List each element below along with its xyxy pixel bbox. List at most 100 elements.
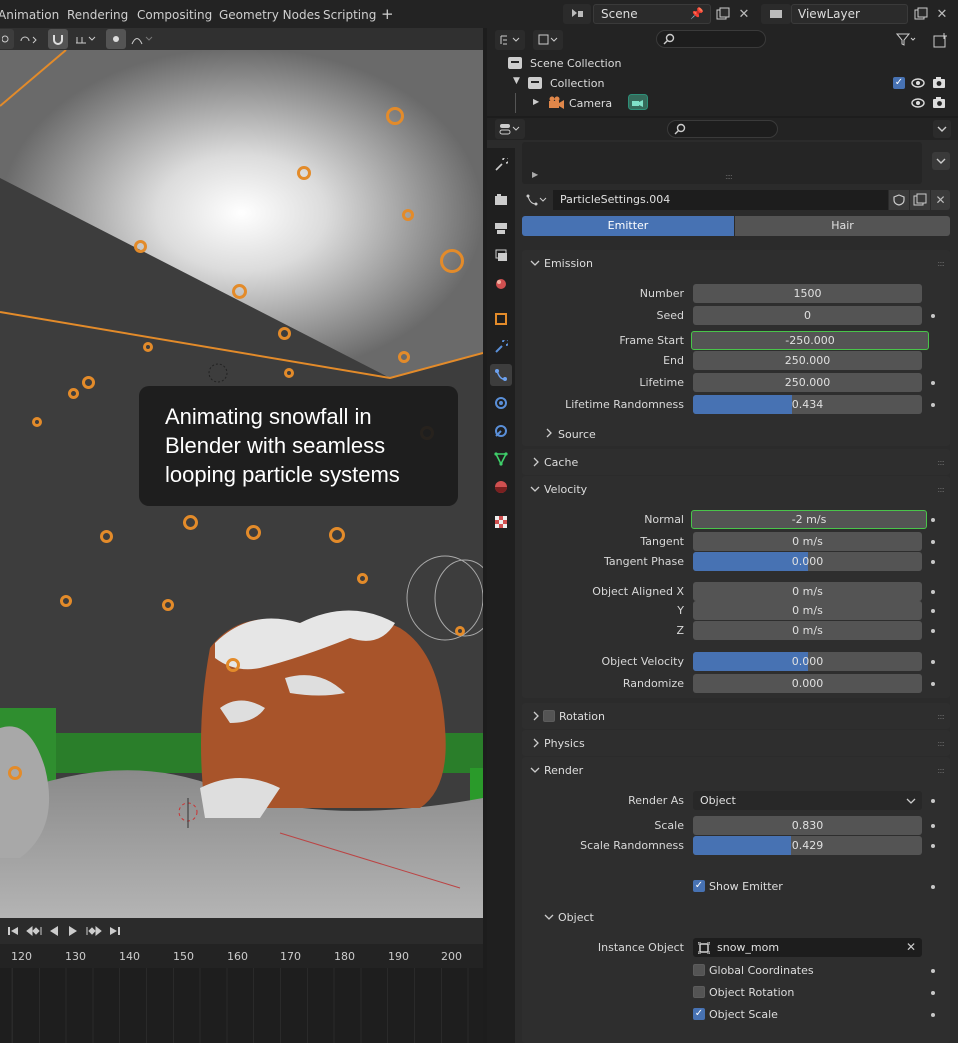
camera-data-icon[interactable] [628,94,648,110]
tab-rendering[interactable]: Rendering [67,0,128,28]
velocity-header[interactable]: Velocity :::: [522,476,950,502]
object-rotation-checkbox[interactable] [693,986,705,998]
snap-icon[interactable] [16,29,42,49]
keyframe-dot[interactable] [931,314,935,318]
scene-type-icon[interactable] [563,4,591,24]
falloff-icon[interactable] [128,29,156,49]
physics-header[interactable]: Physics :::: [522,730,950,756]
keyframe-dot[interactable] [931,609,935,613]
modifier-tab-icon[interactable] [490,336,512,358]
list-options-icon[interactable] [932,152,950,170]
display-mode-icon[interactable] [495,30,525,50]
keyframe-dot[interactable] [931,660,935,664]
outliner-row-camera[interactable]: ▶ Camera [487,93,958,113]
texture-tab-icon[interactable] [490,511,512,533]
keyframe-dot[interactable] [931,844,935,848]
constraints-tab-icon[interactable] [490,420,512,442]
particles-tab-icon[interactable] [490,364,512,386]
keyframe-dot[interactable] [931,540,935,544]
tab-scripting[interactable]: Scripting [323,0,376,28]
camera-render-icon[interactable] [932,96,946,109]
scale-randomness-slider[interactable]: 0.429 [693,836,922,855]
scene-name-field[interactable]: Scene 📌 [593,4,711,24]
scale-field[interactable]: 0.830 [693,816,922,835]
object-tab-icon[interactable] [490,308,512,330]
keyframe-dot[interactable] [931,381,935,385]
magnet-icon[interactable] [48,29,68,49]
tab-animation[interactable]: Animation [0,0,59,28]
keyframe-dot[interactable] [931,518,935,522]
snap-target-icon[interactable] [70,29,100,49]
filter-mode-icon[interactable] [533,30,563,50]
object-subpanel-header[interactable]: Object [542,907,742,927]
view-layer-tab-icon[interactable] [490,245,512,267]
editor-type-icon[interactable] [495,119,525,139]
panel-drag-handle[interactable]: :::: [937,458,945,467]
play-icon[interactable] [64,922,82,940]
render-as-dropdown[interactable]: Object [693,791,922,810]
list-resize-handle[interactable]: :::: [725,172,733,181]
object-aligned-y-field[interactable]: 0 m/s [693,601,922,620]
collection-include-checkbox[interactable]: ✓ [893,77,905,89]
type-hair-button[interactable]: Hair [735,216,950,236]
object-aligned-x-field[interactable]: 0 m/s [693,582,922,601]
pin-icon[interactable]: 📌 [690,7,704,20]
number-field[interactable]: 1500 [693,284,922,303]
particle-settings-browse-icon[interactable] [522,190,552,210]
object-aligned-z-field[interactable]: 0 m/s [693,621,922,640]
keyframe-dot[interactable] [931,590,935,594]
keyframe-dot[interactable] [931,885,935,889]
delete-scene-icon[interactable]: ✕ [735,4,753,24]
frame-ruler[interactable]: 120 130 140 150 160 170 180 190 200 [0,944,483,968]
unlink-settings-icon[interactable]: ✕ [931,190,950,210]
jump-start-icon[interactable] [4,922,22,940]
view-layer-icon[interactable] [761,4,791,24]
emission-header[interactable]: Emission :::: [522,250,950,276]
new-collection-icon[interactable] [931,30,951,50]
keyframe-dot[interactable] [931,560,935,564]
add-workspace-button[interactable]: + [381,0,394,28]
object-scale-checkbox[interactable]: ✓ [693,1008,705,1020]
particle-systems-list[interactable]: ▶ :::: [522,142,922,184]
properties-search-input[interactable] [667,120,778,138]
keyframe-dot[interactable] [931,1013,935,1017]
gizmo-toggle-icon[interactable] [0,29,14,49]
scene-tab-icon[interactable] [490,273,512,295]
physics-tab-icon[interactable] [490,392,512,414]
tool-tab-icon[interactable] [490,154,512,176]
keyframe-dot[interactable] [931,629,935,633]
expand-icon[interactable]: ▶ [532,170,538,179]
play-reverse-icon[interactable] [45,922,63,940]
keyframe-dot[interactable] [931,991,935,995]
new-view-layer-icon[interactable] [911,4,931,24]
panel-drag-handle[interactable]: :::: [937,766,945,775]
type-emitter-button[interactable]: Emitter [522,216,734,236]
jump-end-icon[interactable] [106,922,124,940]
rotation-header[interactable]: Rotation :::: [522,703,950,729]
camera-render-icon[interactable] [932,76,946,89]
outliner-search-input[interactable] [656,30,766,48]
timeline[interactable]: 120 130 140 150 160 170 180 190 200 [0,918,483,1043]
material-tab-icon[interactable] [490,476,512,498]
tab-geometry-nodes[interactable]: Geometry Nodes [219,0,320,28]
keyframe-dot[interactable] [931,824,935,828]
eye-icon[interactable] [911,97,925,109]
lifetime-field[interactable]: 250.000 [693,373,922,392]
3d-viewport[interactable]: Animating snowfall in Blender with seaml… [0,28,483,918]
expand-icon[interactable]: ▶ [533,97,539,106]
keyframe-dot[interactable] [931,799,935,803]
particle-settings-name-field[interactable]: ParticleSettings.004 [553,190,888,210]
filter-icon[interactable] [892,30,920,50]
expand-icon[interactable]: ▼ [513,76,520,86]
delete-view-layer-icon[interactable]: ✕ [933,4,951,24]
new-scene-icon[interactable] [713,4,733,24]
rotation-enable-checkbox[interactable] [543,710,555,722]
source-subpanel-header[interactable]: Source [542,423,742,443]
fake-user-shield-icon[interactable] [889,190,909,210]
panel-drag-handle[interactable]: :::: [937,739,945,748]
view-layer-field[interactable]: ViewLayer [791,4,908,24]
keyframe-dot[interactable] [931,682,935,686]
options-dropdown-icon[interactable] [933,120,951,138]
end-field[interactable]: 250.000 [693,351,922,370]
proportional-edit-icon[interactable] [106,29,126,49]
